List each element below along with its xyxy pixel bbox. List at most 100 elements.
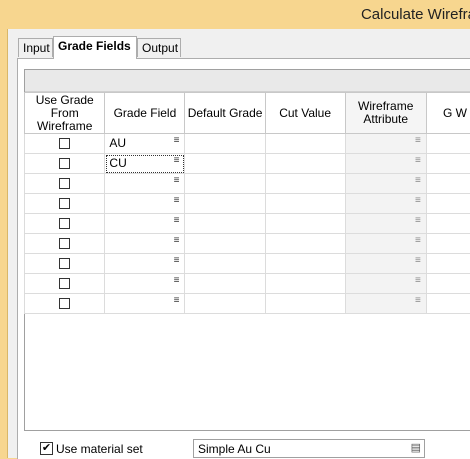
material-set-field[interactable]: Simple Au Cu ▤ [193,439,425,458]
wireframe-attribute-cell[interactable]: ≡ [345,234,426,254]
use-grade-checkbox[interactable] [59,178,70,189]
cut-value-cell[interactable] [265,134,345,154]
use-grade-checkbox[interactable] [59,278,70,289]
cut-value-cell[interactable] [265,214,345,234]
grade-field-cell[interactable]: ≡ [105,294,185,314]
wireframe-attribute-cell[interactable]: ≡ [345,214,426,234]
use-grade-cell[interactable] [25,154,105,174]
g-w-cell[interactable] [426,234,470,254]
tab-output[interactable]: Output [137,38,181,57]
field-menu-icon[interactable]: ≡ [174,215,180,226]
use-grade-checkbox[interactable] [59,198,70,209]
header-row: Use Grade From Wireframe Grade Field Def… [25,93,470,134]
wireframe-attribute-cell[interactable]: ≡ [345,134,426,154]
g-w-cell[interactable] [426,274,470,294]
g-w-cell[interactable] [426,174,470,194]
attribute-menu-icon[interactable]: ≡ [415,215,421,226]
cut-value-cell[interactable] [265,234,345,254]
attribute-menu-icon[interactable]: ≡ [415,195,421,206]
use-grade-cell[interactable] [25,214,105,234]
use-grade-cell[interactable] [25,294,105,314]
col-default-grade[interactable]: Default Grade [185,93,265,134]
cut-value-cell[interactable] [265,274,345,294]
cut-value-cell[interactable] [265,194,345,214]
field-menu-icon[interactable]: ≡ [174,195,180,206]
col-wireframe-attribute[interactable]: Wireframe Attribute [345,93,426,134]
g-w-cell[interactable] [426,254,470,274]
default-grade-cell[interactable] [185,154,265,174]
attribute-menu-icon[interactable]: ≡ [415,275,421,286]
use-grade-cell[interactable] [25,234,105,254]
grade-field-cell[interactable]: ≡ [105,194,185,214]
tab-output-label: Output [142,41,178,55]
default-grade-cell[interactable] [185,254,265,274]
g-w-cell[interactable] [426,134,470,154]
cut-value-cell[interactable] [265,154,345,174]
use-grade-cell[interactable] [25,194,105,214]
use-grade-cell[interactable] [25,174,105,194]
field-menu-icon[interactable]: ≡ [174,295,180,306]
attribute-menu-icon[interactable]: ≡ [415,135,421,146]
wireframe-attribute-cell[interactable]: ≡ [345,254,426,274]
wireframe-attribute-cell[interactable]: ≡ [345,274,426,294]
default-grade-cell[interactable] [185,134,265,154]
attribute-menu-icon[interactable]: ≡ [415,235,421,246]
g-w-cell[interactable] [426,154,470,174]
g-w-cell[interactable] [426,294,470,314]
wireframe-attribute-cell[interactable]: ≡ [345,194,426,214]
use-grade-cell[interactable] [25,134,105,154]
tab-grade-fields[interactable]: Grade Fields [53,36,137,59]
default-grade-cell[interactable] [185,274,265,294]
field-menu-icon[interactable]: ≡ [174,235,180,246]
grade-fields-panel: Use Grade From Wireframe Grade Field Def… [17,58,470,459]
use-grade-checkbox[interactable] [59,238,70,249]
g-w-cell[interactable] [426,194,470,214]
use-grade-checkbox[interactable] [59,298,70,309]
attribute-menu-icon[interactable]: ≡ [415,255,421,266]
grade-field-cell[interactable]: ≡ [105,234,185,254]
col-g-w[interactable]: G W [426,93,470,134]
table-row: ≡≡ [25,194,470,214]
table-row: ≡≡ [25,174,470,194]
field-menu-icon[interactable]: ≡ [174,135,180,146]
tab-input[interactable]: Input [18,38,53,57]
wireframe-attribute-cell[interactable]: ≡ [345,174,426,194]
col-cut-value[interactable]: Cut Value [265,93,345,134]
field-menu-icon[interactable]: ≡ [174,175,180,186]
attribute-menu-icon[interactable]: ≡ [415,155,421,166]
cut-value-cell[interactable] [265,174,345,194]
use-grade-checkbox[interactable] [59,158,70,169]
col-use-grade[interactable]: Use Grade From Wireframe [25,93,105,134]
use-grade-checkbox[interactable] [59,138,70,149]
default-grade-cell[interactable] [185,294,265,314]
g-w-cell[interactable] [426,214,470,234]
use-grade-checkbox[interactable] [59,258,70,269]
grade-field-cell[interactable]: ≡ [105,174,185,194]
grade-field-cell[interactable]: CU≡ [105,154,185,174]
cut-value-cell[interactable] [265,294,345,314]
col-grade-field[interactable]: Grade Field [105,93,185,134]
wireframe-attribute-cell[interactable]: ≡ [345,294,426,314]
wireframe-attribute-cell[interactable]: ≡ [345,154,426,174]
use-grade-cell[interactable] [25,274,105,294]
grade-field-cell[interactable]: ≡ [105,214,185,234]
attribute-menu-icon[interactable]: ≡ [415,295,421,306]
browse-icon[interactable]: ▤ [411,441,421,454]
field-menu-icon[interactable]: ≡ [174,155,180,166]
grade-field-cell[interactable]: ≡ [105,274,185,294]
grade-table: Use Grade From Wireframe Grade Field Def… [24,92,470,314]
field-menu-icon[interactable]: ≡ [174,255,180,266]
cut-value-cell[interactable] [265,254,345,274]
grade-field-cell[interactable]: ≡ [105,254,185,274]
default-grade-cell[interactable] [185,194,265,214]
use-material-set-checkbox[interactable]: ✔ [40,442,53,455]
table-row: ≡≡ [25,214,470,234]
default-grade-cell[interactable] [185,234,265,254]
grade-field-cell[interactable]: AU≡ [105,134,185,154]
attribute-menu-icon[interactable]: ≡ [415,175,421,186]
field-menu-icon[interactable]: ≡ [174,275,180,286]
use-grade-checkbox[interactable] [59,218,70,229]
use-grade-cell[interactable] [25,254,105,274]
default-grade-cell[interactable] [185,174,265,194]
default-grade-cell[interactable] [185,214,265,234]
